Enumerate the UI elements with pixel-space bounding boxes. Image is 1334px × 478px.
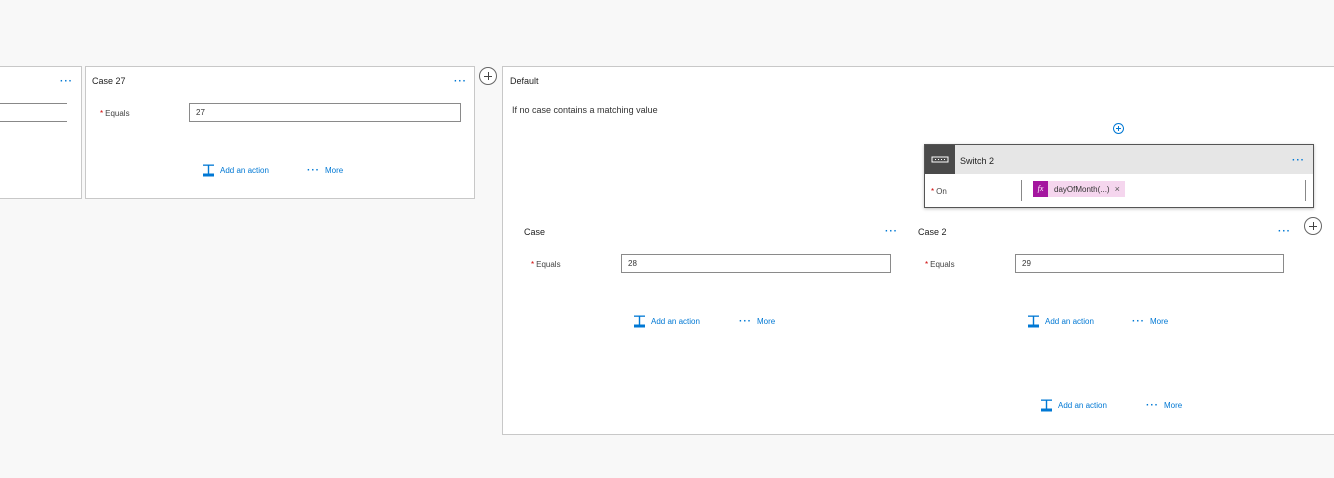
case-27-equals-label: * Equals xyxy=(100,109,130,118)
more-dots-icon: ··· xyxy=(1146,400,1159,411)
default-title: Default xyxy=(510,76,539,86)
case-2-more-button[interactable]: ··· More xyxy=(1132,316,1168,327)
left-card-input-border xyxy=(0,103,67,104)
expression-token[interactable]: fx dayOfMonth(...) × xyxy=(1033,181,1125,197)
case-more-button[interactable]: ··· More xyxy=(739,316,775,327)
left-card-more-menu[interactable]: ··· xyxy=(60,77,73,87)
insert-step-button[interactable] xyxy=(1113,123,1124,134)
left-case-card: ··· xyxy=(0,66,82,199)
case-27-more-menu[interactable]: ··· xyxy=(454,77,467,87)
switch-2-on-input[interactable]: fx dayOfMonth(...) × xyxy=(1021,180,1306,201)
more-dots-icon: ··· xyxy=(1132,316,1145,327)
case-27-more-button[interactable]: ··· More xyxy=(307,165,343,176)
case-27-card: Case 27 ··· * Equals 27 Add an action ···… xyxy=(85,66,475,199)
switch-icon xyxy=(925,145,955,174)
case-add-action-button[interactable]: Add an action xyxy=(633,315,700,328)
case-equals-label: * Equals xyxy=(531,260,561,269)
more-dots-icon: ··· xyxy=(307,165,320,176)
add-case-button-2[interactable] xyxy=(1304,217,1322,235)
default-add-action-button[interactable]: Add an action xyxy=(1040,399,1107,412)
add-action-icon xyxy=(1041,399,1052,412)
add-action-icon xyxy=(634,315,645,328)
default-description: If no case contains a matching value xyxy=(512,105,658,115)
case-27-add-action-button[interactable]: Add an action xyxy=(202,164,269,177)
switch-2-more-menu[interactable]: ··· xyxy=(1292,156,1305,166)
add-action-icon xyxy=(203,164,214,177)
add-case-button[interactable] xyxy=(479,67,497,85)
switch-2-on-label: * On xyxy=(931,187,947,196)
default-more-button[interactable]: ··· More xyxy=(1146,400,1182,411)
switch-2-header[interactable]: Switch 2 ··· xyxy=(925,145,1313,174)
case-2-title: Case 2 xyxy=(918,227,947,237)
case-2-equals-label: * Equals xyxy=(925,260,955,269)
case-27-title: Case 27 xyxy=(92,76,126,86)
case-2-equals-input[interactable]: 29 xyxy=(1015,254,1284,273)
default-card: Default If no case contains a matching v… xyxy=(502,66,1334,435)
case-equals-input[interactable]: 28 xyxy=(621,254,891,273)
switch-2-card: Switch 2 ··· * On fx dayOfMonth(...) × xyxy=(924,144,1314,208)
token-remove-icon[interactable]: × xyxy=(1115,184,1120,194)
case-27-equals-input[interactable]: 27 xyxy=(189,103,461,122)
expression-token-label: dayOfMonth(...) xyxy=(1054,184,1110,194)
case-2-more-menu[interactable]: ··· xyxy=(1278,227,1291,237)
case-2-add-action-button[interactable]: Add an action xyxy=(1027,315,1094,328)
case-more-menu[interactable]: ··· xyxy=(885,227,898,237)
left-card-input-border xyxy=(0,121,67,122)
add-action-icon xyxy=(1028,315,1039,328)
switch-2-title: Switch 2 xyxy=(960,156,995,166)
fx-icon: fx xyxy=(1033,181,1048,197)
case-title: Case xyxy=(524,227,546,237)
more-dots-icon: ··· xyxy=(739,316,752,327)
